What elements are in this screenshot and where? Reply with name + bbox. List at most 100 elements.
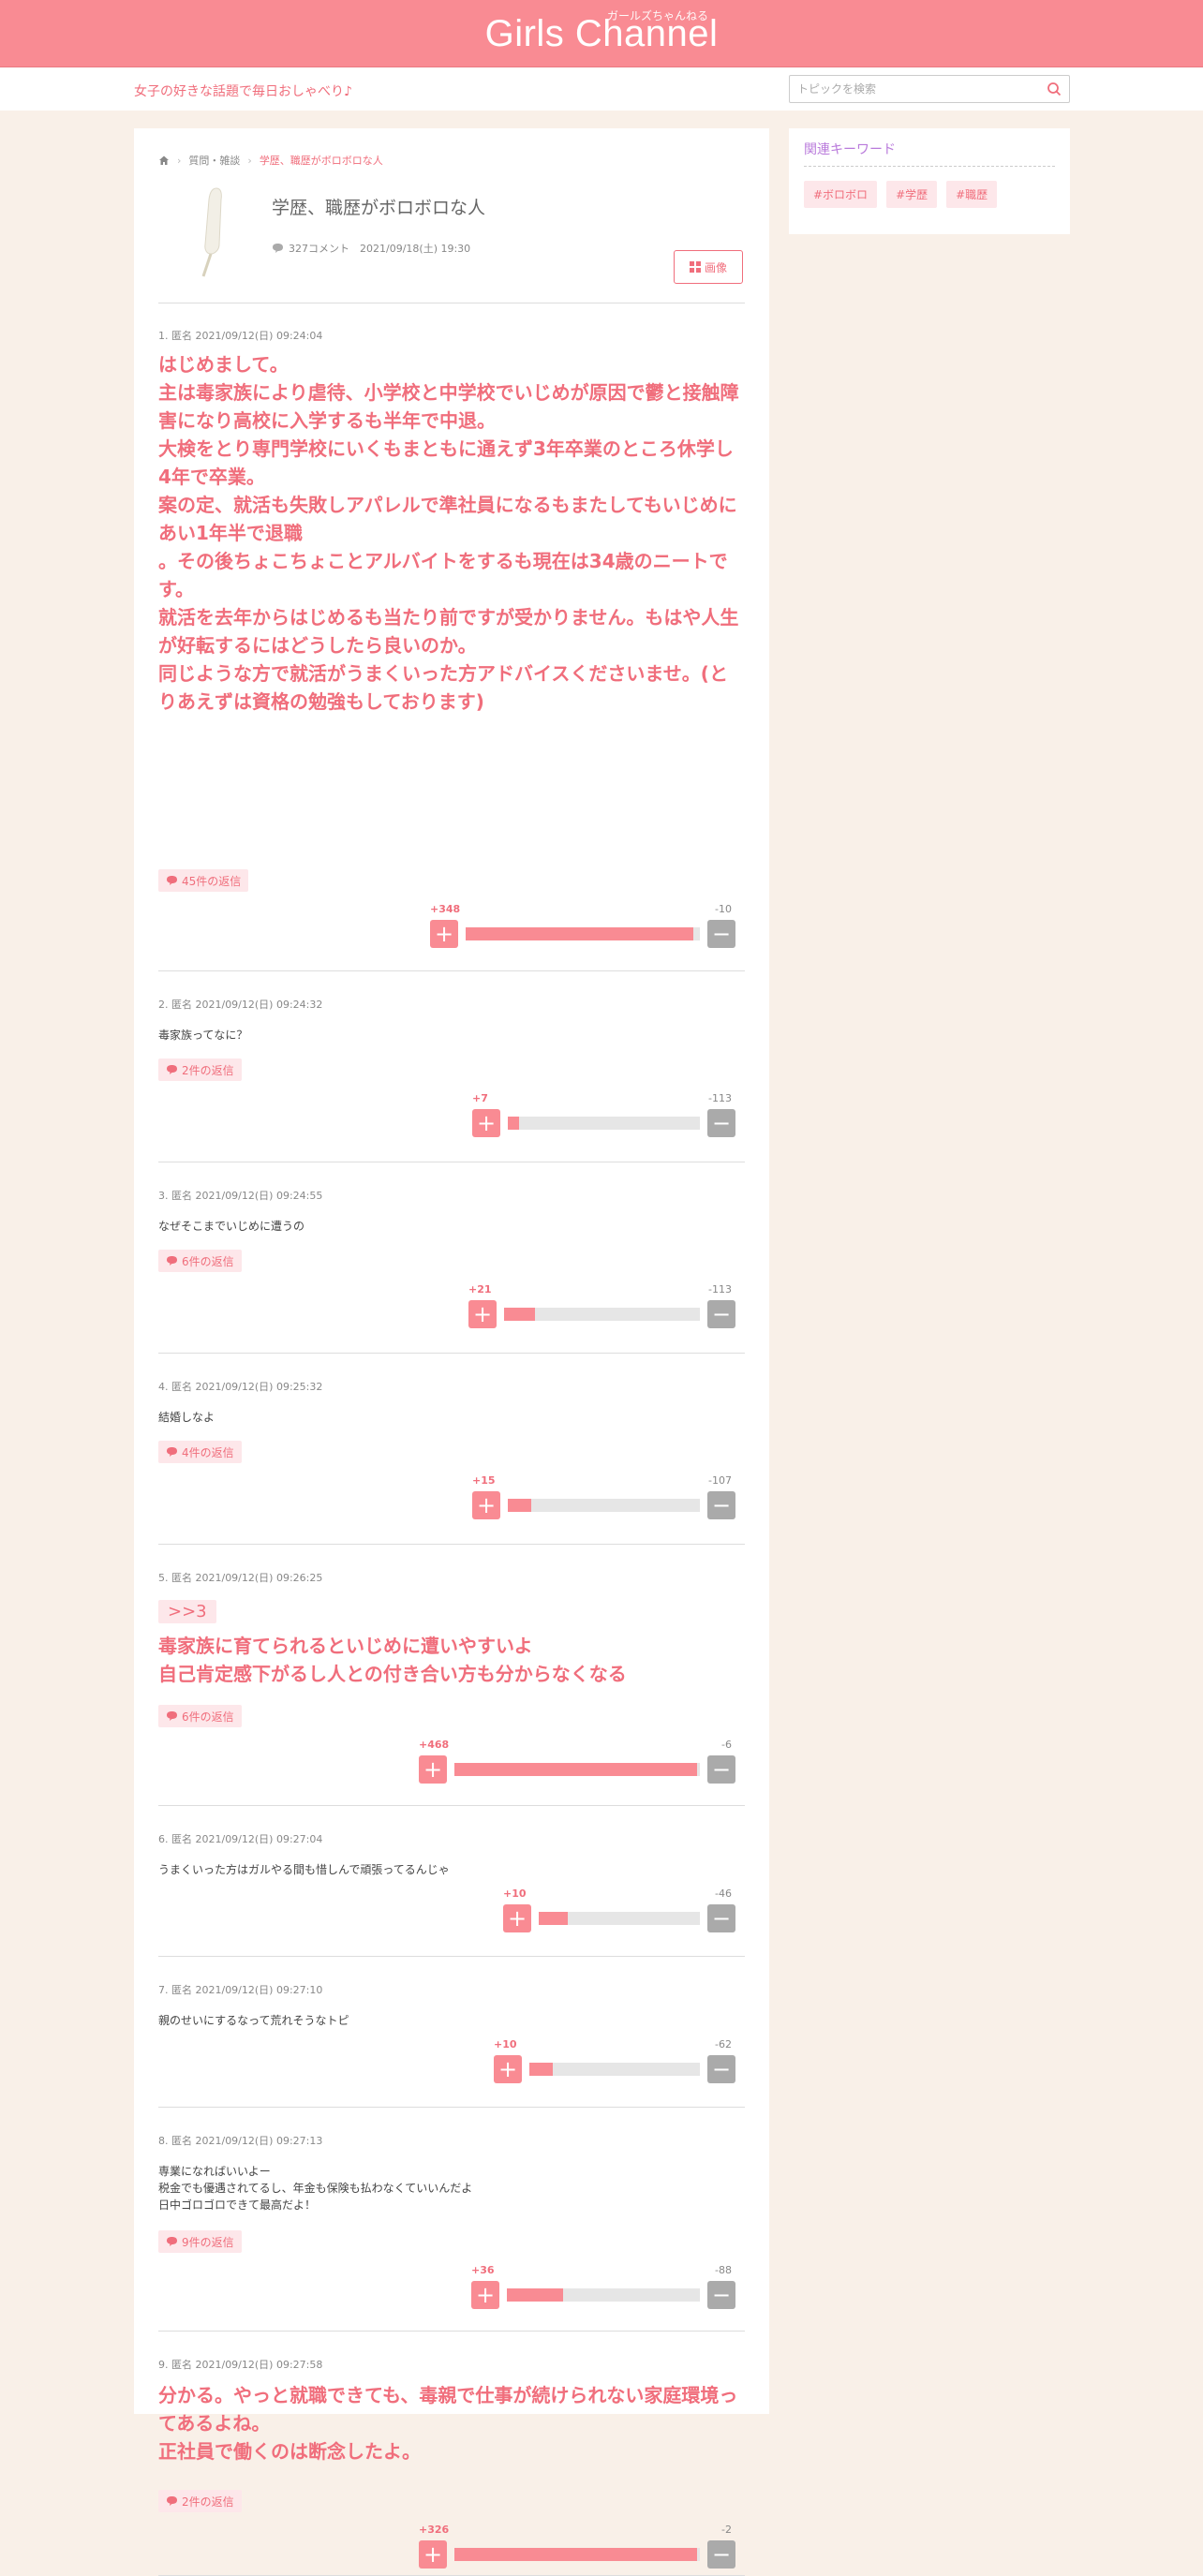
comment: 4. 匿名 2021/09/12(日) 09:25:32 結婚しなよ 4件の返信 … [158, 1355, 745, 1545]
comment: 9. 匿名 2021/09/12(日) 09:27:58 分かる。やっと就職できて… [158, 2332, 745, 2576]
minus-vote-button[interactable]: − [707, 1755, 735, 1784]
minus-count: -62 [715, 2038, 732, 2050]
comment-header: 4. 匿名 2021/09/12(日) 09:25:32 [158, 1381, 323, 1393]
comment: 2. 匿名 2021/09/12(日) 09:24:32 毒家族ってなに？ 2件の… [158, 972, 745, 1162]
speech-bubble-icon [167, 1447, 177, 1457]
plus-count: +36 [471, 2264, 495, 2276]
comment-header: 8. 匿名 2021/09/12(日) 09:27:13 [158, 2135, 323, 2147]
vote-ratio-bar [508, 1117, 700, 1130]
comment: 6. 匿名 2021/09/12(日) 09:27:04 うまくいった方はガルやる… [158, 1807, 745, 1957]
vote-ratio-fill [508, 1499, 531, 1512]
reply-anchor-link[interactable]: >>3 [158, 1600, 216, 1623]
breadcrumb-category[interactable]: 質問・雑談 [188, 153, 240, 168]
minus-vote-button[interactable]: − [707, 2281, 735, 2309]
minus-vote-button[interactable]: − [707, 920, 735, 948]
plus-vote-button[interactable]: + [472, 1109, 500, 1137]
comment: 3. 匿名 2021/09/12(日) 09:24:55 なぜそこまでいじめに遭う… [158, 1163, 745, 1354]
vote-widget: +326 -2 + − [419, 2524, 735, 2569]
search-input[interactable] [790, 76, 1033, 102]
replies-button[interactable]: 9件の返信 [158, 2230, 242, 2253]
minus-vote-button[interactable]: − [707, 1300, 735, 1328]
replies-button[interactable]: 4件の返信 [158, 1441, 242, 1463]
search-icon[interactable] [1047, 81, 1062, 96]
replies-button[interactable]: 2件の返信 [158, 2490, 242, 2512]
keyword-tag[interactable]: #職歴 [946, 181, 998, 208]
minus-vote-button[interactable]: − [707, 2055, 735, 2083]
minus-count: -107 [708, 1474, 732, 1487]
replies-count: 6件の返信 [182, 1710, 234, 1724]
plus-vote-button[interactable]: + [472, 1491, 500, 1519]
plus-vote-button[interactable]: + [471, 2281, 499, 2309]
vote-widget: +7 -113 + − [472, 1092, 735, 1137]
vote-ratio-bar [529, 2063, 700, 2076]
comment-icon [273, 244, 283, 253]
replies-button[interactable]: 45件の返信 [158, 869, 249, 892]
plus-count: +348 [430, 903, 461, 915]
plus-vote-button[interactable]: + [419, 2540, 447, 2569]
minus-count: -88 [715, 2264, 732, 2276]
topic-main: › 質問・雑談 › 学歴、職歴がボロボロな人 学歴、職歴がボロボロな人 327コ… [134, 128, 769, 2576]
speech-bubble-icon [167, 876, 177, 885]
replies-button[interactable]: 6件の返信 [158, 1705, 242, 1727]
chevron-right-icon: › [247, 154, 252, 167]
replies-count: 2件の返信 [182, 1063, 234, 1077]
replies-count: 9件の返信 [182, 2235, 234, 2249]
image-button[interactable]: 画像 [674, 250, 743, 284]
vote-ratio-bar [508, 1499, 700, 1512]
site-tagline: 女子の好きな話題で毎日おしゃべり♪ [134, 84, 352, 99]
plus-vote-button[interactable]: + [494, 2055, 522, 2083]
breadcrumb: › 質問・雑談 › 学歴、職歴がボロボロな人 [158, 153, 383, 168]
vote-widget: +36 -88 + − [471, 2264, 735, 2309]
vote-ratio-fill [454, 1763, 698, 1776]
plus-count: +21 [468, 1283, 492, 1295]
replies-button[interactable]: 6件の返信 [158, 1250, 242, 1272]
plus-vote-button[interactable]: + [430, 920, 458, 948]
home-icon[interactable] [158, 155, 170, 166]
minus-count: -113 [708, 1092, 732, 1104]
comment-body: 毒家族ってなに？ [158, 1029, 248, 1042]
minus-vote-button[interactable]: − [707, 1904, 735, 1932]
topic-date: 2021/09/18(土) 19:30 [360, 243, 471, 255]
minus-vote-button[interactable]: − [707, 1109, 735, 1137]
search-box [789, 75, 1070, 103]
vote-ratio-bar [539, 1912, 700, 1925]
vote-widget: +10 -46 + − [503, 1888, 735, 1932]
comment-body: 専業になればいいよー 税金でも優遇されてるし、年金も保険も払わなくていいんだよ … [158, 2165, 473, 2212]
site-logo[interactable]: Girls Channel ガールズちゃんねる [0, 7, 1203, 60]
comment-body: 結婚しなよ [158, 1411, 215, 1424]
comment-header: 1. 匿名 2021/09/12(日) 09:24:04 [158, 330, 323, 342]
vote-widget: +21 -113 + − [468, 1283, 735, 1328]
vote-ratio-fill [507, 2288, 563, 2302]
vote-widget: +15 -107 + − [472, 1474, 735, 1519]
comment-header: 3. 匿名 2021/09/12(日) 09:24:55 [158, 1190, 323, 1202]
minus-vote-button[interactable]: − [707, 2540, 735, 2569]
plus-vote-button[interactable]: + [468, 1300, 497, 1328]
keyword-list: #ボロボロ #学歴 #職歴 [804, 181, 998, 208]
comment-body: はじめまして。 主は毒家族により虐待、小学校と中学校でいじめが原因で鬱と接触障害… [158, 353, 739, 713]
vote-widget: +348 -10 + − [430, 903, 735, 948]
breadcrumb-current[interactable]: 学歴、職歴がボロボロな人 [260, 153, 383, 168]
minus-vote-button[interactable]: − [707, 1491, 735, 1519]
keyword-tag[interactable]: #学歴 [886, 181, 938, 208]
replies-button[interactable]: 2件の返信 [158, 1059, 242, 1081]
minus-count: -2 [721, 2524, 732, 2536]
topic-thumbnail[interactable] [190, 185, 237, 280]
topic-title: 学歴、職歴がボロボロな人 [272, 198, 486, 218]
comment-body: 親のせいにするなって荒れそうなトピ [158, 2014, 349, 2027]
vote-ratio-bar [454, 1763, 700, 1776]
comment-body: なぜそこまでいじめに遭うの [158, 1220, 305, 1233]
keywords-title: 関連キーワード [804, 140, 1055, 167]
comment-body: 分かる。やっと就職できても、毒親で仕事が続けられない家庭環境ってあるよね。 正社… [158, 2384, 738, 2463]
site-header: Girls Channel ガールズちゃんねる [0, 0, 1203, 67]
plus-vote-button[interactable]: + [503, 1904, 531, 1932]
vote-ratio-bar [466, 927, 700, 940]
keyword-tag[interactable]: #ボロボロ [804, 181, 878, 208]
plus-count: +7 [472, 1092, 488, 1104]
vote-ratio-fill [466, 927, 693, 940]
vote-ratio-fill [508, 1117, 520, 1130]
grid-icon [689, 261, 701, 273]
logo-subtext: ガールズちゃんねる [607, 9, 709, 22]
comment-header: 6. 匿名 2021/09/12(日) 09:27:04 [158, 1833, 323, 1845]
sub-header: 女子の好きな話題で毎日おしゃべり♪ [0, 67, 1203, 111]
plus-vote-button[interactable]: + [419, 1755, 447, 1784]
